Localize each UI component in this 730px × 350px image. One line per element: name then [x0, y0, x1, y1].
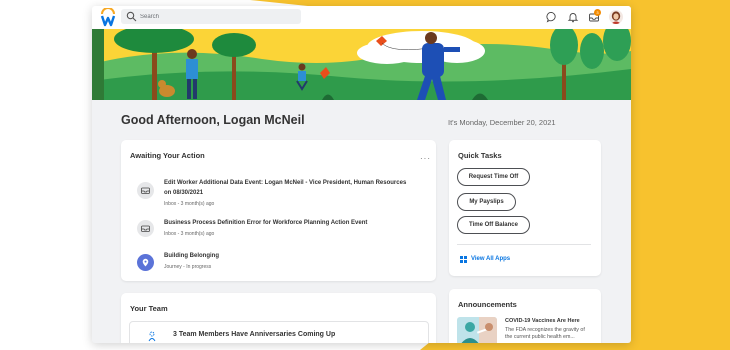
task-meta: Inbox - 3 month(s) ago	[164, 201, 215, 207]
task-item-edit-worker[interactable]: Edit Worker Additional Data Event: Logan…	[137, 178, 417, 208]
avatar-portrait-icon	[609, 10, 623, 24]
app-window: 3	[92, 6, 631, 343]
my-payslips-button[interactable]: My Payslips	[457, 193, 516, 211]
task-title[interactable]: Business Process Definition Error for Wo…	[164, 218, 409, 228]
user-avatar[interactable]	[609, 10, 623, 24]
divider	[457, 244, 591, 245]
greeting-heading: Good Afternoon, Logan McNeil	[121, 113, 305, 127]
your-team-title: Your Team	[130, 304, 168, 313]
quick-tasks-title: Quick Tasks	[458, 151, 502, 160]
task-title[interactable]: Building Belonging	[164, 251, 409, 261]
announcement-title[interactable]: COVID-19 Vaccines Are Here	[505, 318, 580, 324]
notification-badge: 3	[594, 9, 601, 16]
team-anniversary-text[interactable]: 3 Team Members Have Anniversaries Coming…	[173, 331, 335, 338]
awaiting-action-title: Awaiting Your Action	[130, 151, 205, 160]
search-input[interactable]	[140, 9, 290, 24]
request-time-off-button[interactable]: Request Time Off	[457, 168, 530, 186]
task-meta: Journey - In progress	[164, 264, 212, 270]
team-icon	[148, 331, 156, 342]
announcements-card: Announcements COVID-19 Vaccines Are Here…	[449, 289, 601, 343]
announcement-image[interactable]	[457, 317, 497, 343]
inbox-tray-icon	[137, 220, 154, 237]
task-item-process-error[interactable]: Business Process Definition Error for Wo…	[137, 218, 417, 248]
search-icon	[126, 11, 137, 22]
location-pin-icon	[137, 254, 154, 271]
task-meta: Inbox - 3 month(s) ago	[164, 231, 215, 237]
team-anniversary-item[interactable]: 3 Team Members Have Anniversaries Coming…	[129, 321, 429, 343]
your-team-card: Your Team 3 Team Members Have Anniversar…	[121, 293, 436, 343]
workday-logo-icon[interactable]	[100, 8, 116, 27]
search-bar[interactable]	[121, 9, 301, 24]
task-title[interactable]: Edit Worker Additional Data Event: Logan…	[164, 178, 409, 198]
more-options-icon[interactable]: ···	[420, 154, 431, 163]
current-date: It's Monday, December 20, 2021	[448, 118, 556, 127]
chat-icon[interactable]	[546, 11, 558, 23]
view-all-apps-label[interactable]: View All Apps	[471, 256, 510, 262]
hero-banner-illustration	[92, 29, 631, 100]
task-item-building-belonging[interactable]: Building Belonging Journey - In progress	[137, 251, 417, 277]
bell-icon[interactable]	[567, 11, 579, 23]
apps-grid-icon	[460, 256, 467, 263]
announcement-body: The FDA recognizes the gravity of the cu…	[505, 327, 585, 340]
top-bar: 3	[92, 6, 631, 29]
inbox-tray-icon	[137, 182, 154, 199]
time-off-balance-button[interactable]: Time Off Balance	[457, 216, 530, 234]
quick-tasks-card: Quick Tasks Request Time Off My Payslips…	[449, 140, 601, 276]
awaiting-action-card: Awaiting Your Action ··· Edit Worker Add…	[121, 140, 436, 281]
vaccine-photo-icon	[457, 317, 497, 343]
announcements-title: Announcements	[458, 300, 517, 309]
